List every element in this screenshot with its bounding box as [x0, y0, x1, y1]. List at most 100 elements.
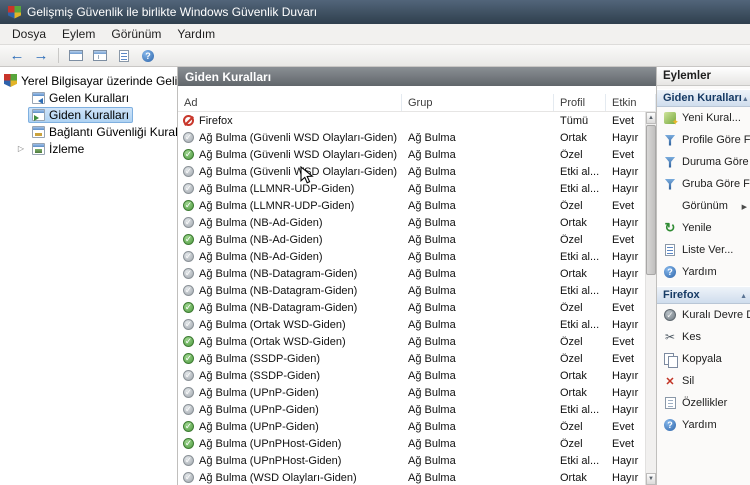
toolbar-separator — [58, 48, 59, 63]
expander-icon[interactable]: ▷ — [16, 144, 26, 153]
action-item[interactable]: Görünüm — [657, 195, 750, 217]
tree-root-node[interactable]: Yerel Bilgisayar üzerinde Gelişm — [0, 72, 177, 89]
rule-enabled: Evet — [612, 114, 635, 127]
rule-state-icon — [183, 387, 194, 398]
root-shield-icon — [4, 74, 17, 87]
table-row[interactable]: Ağ Bulma (Güvenli WSD Olayları-Giden) Ağ… — [178, 163, 645, 180]
menu-yardim[interactable]: Yardım — [169, 25, 223, 43]
table-row[interactable]: Ağ Bulma (NB-Datagram-Giden) Ağ Bulma Et… — [178, 282, 645, 299]
rule-enabled: Evet — [612, 352, 635, 365]
rule-enabled: Evet — [612, 199, 635, 212]
rule-name: Ağ Bulma (UPnPHost-Giden) — [199, 454, 342, 467]
table-row[interactable]: Ağ Bulma (UPnP-Giden) Ağ Bulma Özel Evet — [178, 418, 645, 435]
tree-item-izleme[interactable]: ▷ İzleme — [0, 140, 177, 157]
table-row[interactable]: Ağ Bulma (SSDP-Giden) Ağ Bulma Özel Evet — [178, 350, 645, 367]
action-section-header[interactable]: Firefox — [657, 286, 750, 304]
table-row[interactable]: Ağ Bulma (NB-Ad-Giden) Ağ Bulma Özel Eve… — [178, 231, 645, 248]
table-row[interactable]: Ağ Bulma (Ortak WSD-Giden) Ağ Bulma Özel… — [178, 333, 645, 350]
vertical-scrollbar[interactable] — [645, 112, 656, 485]
cut-icon — [665, 330, 675, 344]
action-item[interactable]: Kes — [657, 326, 750, 348]
table-row[interactable]: Ağ Bulma (Ortak WSD-Giden) Ağ Bulma Etki… — [178, 316, 645, 333]
menu-eylem[interactable]: Eylem — [54, 25, 103, 43]
menu-gorunum[interactable]: Görünüm — [103, 25, 169, 43]
rule-enabled: Hayır — [612, 182, 639, 195]
scroll-down-arrow[interactable] — [646, 473, 656, 485]
column-etkin[interactable]: Etkin — [606, 94, 656, 111]
rule-group: Ağ Bulma — [408, 165, 456, 178]
table-row[interactable]: Firefox Tümü Evet — [178, 112, 645, 129]
console-window-icon — [69, 50, 83, 61]
table-row[interactable]: Ağ Bulma (NB-Ad-Giden) Ağ Bulma Etki al.… — [178, 248, 645, 265]
table-row[interactable]: Ağ Bulma (Güvenli WSD Olayları-Giden) Ağ… — [178, 146, 645, 163]
rule-state-icon — [183, 166, 194, 177]
rule-enabled: Hayır — [612, 471, 639, 484]
action-item[interactable]: Yardım — [657, 261, 750, 283]
export-list-icon — [119, 49, 129, 62]
scroll-thumb[interactable] — [646, 125, 656, 275]
action-item[interactable]: Yenile — [657, 217, 750, 239]
filter-icon — [664, 178, 676, 190]
refresh-icon — [665, 220, 676, 236]
console-panes-button[interactable] — [89, 46, 111, 65]
action-section-items: Yeni Kural... Profile Göre Fil... Duruma… — [657, 107, 750, 283]
actions-sections: Giden Kuralları Yeni Kural... Profile Gö… — [657, 89, 750, 436]
rule-state-icon — [183, 438, 194, 449]
action-label: Duruma Göre F... — [682, 156, 750, 168]
help-button[interactable] — [137, 46, 159, 65]
column-grup[interactable]: Grup — [402, 94, 554, 111]
rule-name: Ağ Bulma (Güvenli WSD Olayları-Giden) — [199, 131, 398, 144]
action-item[interactable]: Gruba Göre Fil... — [657, 173, 750, 195]
table-row[interactable]: Ağ Bulma (UPnPHost-Giden) Ağ Bulma Etki … — [178, 452, 645, 469]
collapse-chevron-icon[interactable] — [742, 92, 749, 104]
rule-name: Ağ Bulma (Güvenli WSD Olayları-Giden) — [199, 165, 398, 178]
action-item[interactable]: Duruma Göre F... — [657, 151, 750, 173]
table-row[interactable]: Ağ Bulma (UPnP-Giden) Ağ Bulma Etki al..… — [178, 401, 645, 418]
rule-enabled: Hayır — [612, 284, 639, 297]
disable-icon — [664, 309, 676, 321]
titlebar[interactable]: Gelişmiş Güvenlik ile birlikte Windows G… — [0, 0, 750, 24]
menu-dosya[interactable]: Dosya — [4, 25, 54, 43]
tree-item-label: İzleme — [49, 141, 85, 156]
table-row[interactable]: Ağ Bulma (LLMNR-UDP-Giden) Ağ Bulma Etki… — [178, 180, 645, 197]
console-tree-button[interactable] — [65, 46, 87, 65]
table-row[interactable]: Ağ Bulma (UPnP-Giden) Ağ Bulma Ortak Hay… — [178, 384, 645, 401]
scroll-track[interactable] — [646, 124, 656, 473]
help-icon — [664, 419, 676, 431]
action-item[interactable]: Yardım — [657, 414, 750, 436]
rule-group: Ağ Bulma — [408, 318, 456, 331]
action-item[interactable]: Özellikler — [657, 392, 750, 414]
table-row[interactable]: Ağ Bulma (NB-Ad-Giden) Ağ Bulma Ortak Ha… — [178, 214, 645, 231]
rule-enabled: Hayır — [612, 216, 639, 229]
tree-item-giden-kurallari[interactable]: ▷ Giden Kuralları — [0, 106, 177, 123]
rule-state-icon — [183, 472, 194, 483]
rule-name: Ağ Bulma (UPnP-Giden) — [199, 386, 319, 399]
table-row[interactable]: Ağ Bulma (Güvenli WSD Olayları-Giden) Ağ… — [178, 129, 645, 146]
table-row[interactable]: Ağ Bulma (UPnPHost-Giden) Ağ Bulma Özel … — [178, 435, 645, 452]
action-item[interactable]: Kopyala — [657, 348, 750, 370]
table-row[interactable]: Ağ Bulma (NB-Datagram-Giden) Ağ Bulma Öz… — [178, 299, 645, 316]
action-section-header[interactable]: Giden Kuralları — [657, 89, 750, 107]
column-profil[interactable]: Profil — [554, 94, 606, 111]
action-item[interactable]: Profile Göre Fil... — [657, 129, 750, 151]
table-row[interactable]: Ağ Bulma (SSDP-Giden) Ağ Bulma Ortak Hay… — [178, 367, 645, 384]
table-row[interactable]: Ağ Bulma (NB-Datagram-Giden) Ağ Bulma Or… — [178, 265, 645, 282]
export-list-button[interactable] — [113, 46, 135, 65]
scroll-up-arrow[interactable] — [646, 112, 656, 124]
back-button[interactable] — [6, 46, 28, 65]
rule-enabled: Hayır — [612, 369, 639, 382]
table-row[interactable]: Ağ Bulma (WSD Olayları-Giden) Ağ Bulma O… — [178, 469, 645, 485]
rule-profile: Ortak — [560, 131, 587, 144]
action-item[interactable]: Yeni Kural... — [657, 107, 750, 129]
collapse-chevron-icon[interactable] — [740, 289, 747, 301]
forward-button[interactable] — [30, 46, 52, 65]
tree-item-baglanti-guvenligi[interactable]: ▷ Bağlantı Güvenliği Kuralları — [0, 123, 177, 140]
action-item[interactable]: Kuralı Devre Dı... — [657, 304, 750, 326]
rule-name: Ağ Bulma (NB-Datagram-Giden) — [199, 267, 358, 280]
action-item[interactable]: Sil — [657, 370, 750, 392]
action-item[interactable]: Liste Ver... — [657, 239, 750, 261]
rule-profile: Özel — [560, 437, 583, 450]
table-row[interactable]: Ağ Bulma (LLMNR-UDP-Giden) Ağ Bulma Özel… — [178, 197, 645, 214]
column-ad[interactable]: Ad — [178, 94, 402, 111]
tree-item-gelen-kurallari[interactable]: ▷ Gelen Kuralları — [0, 89, 177, 106]
